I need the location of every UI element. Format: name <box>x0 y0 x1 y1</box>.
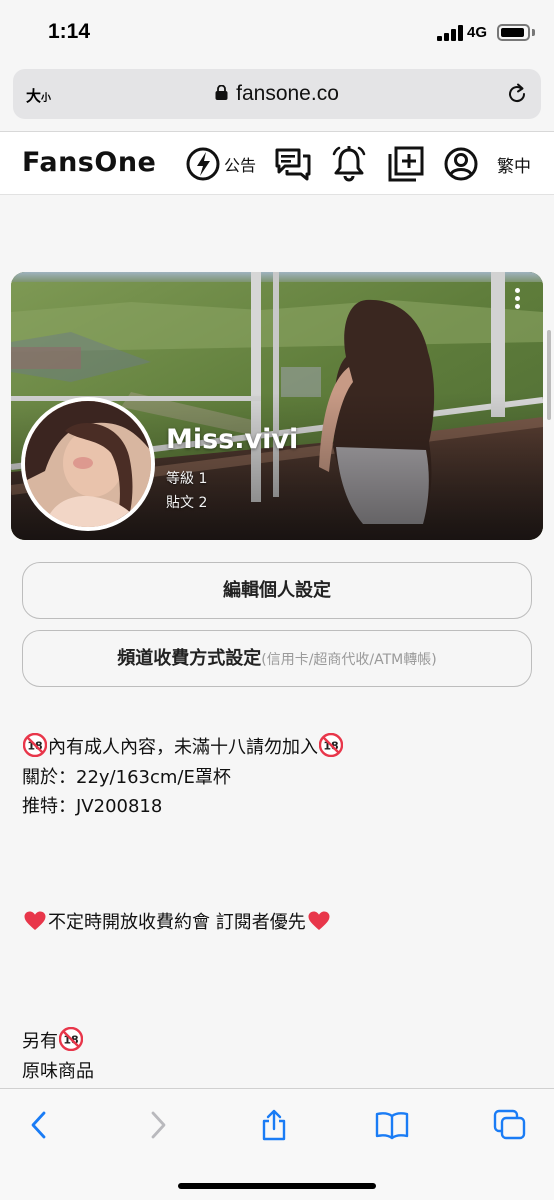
home-indicator <box>178 1183 376 1189</box>
no-under-18-icon: 18 <box>23 733 47 757</box>
page-scrollbar[interactable] <box>547 330 551 420</box>
bio-about: 關於：22y/163cm/E罩杯 <box>22 767 231 788</box>
bio-also-have: 另有18 <box>22 1027 84 1053</box>
reload-icon[interactable] <box>505 82 529 106</box>
payment-methods-note: (信用卡/超商代收/ATM轉帳) <box>261 652 437 668</box>
no-under-18-icon: 18 <box>319 733 343 757</box>
tabs-icon[interactable] <box>493 1109 527 1141</box>
chat-icon[interactable] <box>274 144 312 184</box>
avatar-photo <box>25 401 151 527</box>
payment-settings-button[interactable]: 頻道收費方式設定(信用卡/超商代收/ATM轉帳) <box>22 630 532 687</box>
status-bar: 1:14 4G <box>0 0 554 64</box>
bio-dating-note: 不定時開放收費約會 訂閱者優先 <box>22 908 332 934</box>
profile-name: Miss.vivi <box>166 424 299 455</box>
announcement-link[interactable]: 公告 <box>224 152 256 176</box>
heart-icon <box>24 911 46 930</box>
account-icon[interactable] <box>443 144 479 184</box>
language-switch[interactable]: 繁中 <box>497 152 531 177</box>
lightning-icon[interactable] <box>186 144 222 184</box>
battery-icon <box>497 24 530 41</box>
bio-warning: 18內有成人內容，未滿十八請勿加入18 <box>22 733 344 759</box>
profile-post-count: 貼文 2 <box>166 495 208 511</box>
no-under-18-icon: 18 <box>59 1027 83 1051</box>
site-header: FansOne 公告 繁中 <box>0 131 554 195</box>
status-time: 1:14 <box>48 20 91 43</box>
signal-icon <box>437 25 463 41</box>
site-logo[interactable]: FansOne <box>22 147 156 178</box>
back-icon[interactable] <box>28 1109 50 1141</box>
add-post-icon[interactable] <box>387 144 425 184</box>
url-text: fansone.co <box>236 82 339 105</box>
bio-twitter: 推特：JV200818 <box>22 796 163 817</box>
avatar[interactable] <box>21 397 155 531</box>
heart-icon <box>308 911 330 930</box>
bio-products: 原味商品 <box>22 1061 94 1082</box>
payment-settings-label: 頻道收費方式設定 <box>117 648 262 669</box>
forward-icon[interactable] <box>147 1109 169 1141</box>
edit-profile-button[interactable]: 編輯個人設定 <box>22 562 532 619</box>
network-type: 4G <box>467 24 488 41</box>
share-icon[interactable] <box>258 1109 290 1141</box>
edit-profile-label: 編輯個人設定 <box>223 580 331 601</box>
bell-icon[interactable] <box>331 144 367 184</box>
bookmarks-icon[interactable] <box>374 1109 410 1141</box>
profile-level: 等級 1 <box>166 471 208 487</box>
profile-cover: Miss.vivi 等級 1 貼文 2 <box>11 272 543 540</box>
lock-icon <box>215 84 228 100</box>
address-bar[interactable]: 大小 fansone.co <box>13 69 541 119</box>
url-field[interactable]: fansone.co <box>13 82 541 106</box>
more-options-icon[interactable] <box>515 288 521 312</box>
